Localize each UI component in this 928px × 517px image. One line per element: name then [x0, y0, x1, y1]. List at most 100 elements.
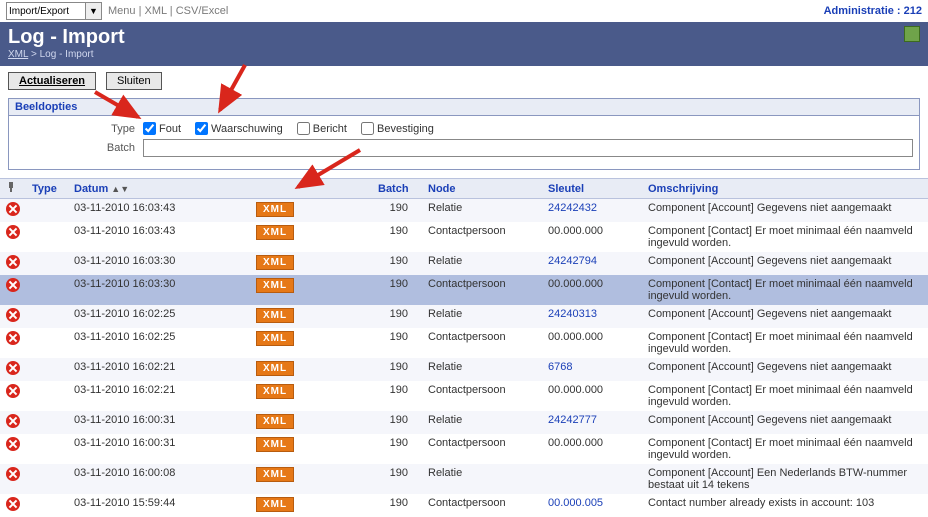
cell-datum: 03-11-2010 16:03:43 [68, 199, 250, 223]
cell-datum: 03-11-2010 16:02:25 [68, 328, 250, 358]
xml-badge[interactable]: XML [256, 361, 294, 376]
cell-batch: 190 [372, 358, 422, 381]
xml-badge[interactable]: XML [256, 278, 294, 293]
csv-link[interactable]: CSV/Excel [176, 5, 229, 17]
cell-datum: 03-11-2010 16:03:30 [68, 275, 250, 305]
table-row[interactable]: 03-11-2010 16:02:21XML190Relatie6768Comp… [0, 358, 928, 381]
cell-batch: 190 [372, 275, 422, 305]
cell-datum: 03-11-2010 16:03:30 [68, 252, 250, 275]
table-row[interactable]: 03-11-2010 16:00:31XML190Contactpersoon0… [0, 434, 928, 464]
xml-badge[interactable]: XML [256, 437, 294, 452]
menu-link[interactable]: Menu [108, 5, 136, 17]
filter-panel: Beeldopties Type Fout Waarschuwing Beric… [8, 98, 920, 170]
table-row[interactable]: 03-11-2010 16:02:25XML190Relatie24240313… [0, 305, 928, 328]
cell-node: Contactpersoon [422, 275, 542, 305]
col-pin[interactable] [0, 179, 26, 199]
xml-badge[interactable]: XML [256, 202, 294, 217]
key-link[interactable]: 24240313 [548, 308, 597, 320]
cell-batch: 190 [372, 328, 422, 358]
checkbox-bericht-input[interactable] [297, 122, 310, 135]
table-row[interactable]: 03-11-2010 16:03:43XML190Relatie24242432… [0, 199, 928, 223]
topbar-links: Menu | XML | CSV/Excel [108, 5, 228, 17]
col-node[interactable]: Node [422, 179, 542, 199]
table-row[interactable]: 03-11-2010 16:00:08XML190RelatieComponen… [0, 464, 928, 494]
checkbox-bevestiging[interactable]: Bevestiging [361, 122, 434, 135]
cell-node: Contactpersoon [422, 222, 542, 252]
administration-label: Administratie : 212 [824, 5, 922, 17]
col-datum[interactable]: Datum ▲▼ [68, 179, 250, 199]
col-sleutel[interactable]: Sleutel [542, 179, 642, 199]
action-bar: Actualiseren Sluiten [0, 66, 928, 96]
key-link[interactable]: 24242432 [548, 202, 597, 214]
xml-badge[interactable]: XML [256, 255, 294, 270]
col-batch[interactable]: Batch [372, 179, 422, 199]
cell-description: Component [Account] Gegevens niet aangem… [642, 305, 928, 328]
cell-node: Relatie [422, 199, 542, 223]
key-link[interactable]: 24242794 [548, 255, 597, 267]
module-select[interactable]: ▼ [6, 2, 102, 20]
batch-label: Batch [13, 142, 143, 154]
cell-datum: 03-11-2010 16:00:31 [68, 411, 250, 434]
table-row[interactable]: 03-11-2010 16:00:31XML190Relatie24242777… [0, 411, 928, 434]
error-icon [6, 278, 20, 292]
key-link[interactable]: 00.000.005 [548, 497, 603, 509]
xml-badge[interactable]: XML [256, 467, 294, 482]
key-text: 00.000.000 [548, 278, 603, 290]
error-icon [6, 255, 20, 269]
table-row[interactable]: 03-11-2010 16:02:25XML190Contactpersoon0… [0, 328, 928, 358]
topbar-left: ▼ Menu | XML | CSV/Excel [6, 2, 228, 20]
module-select-dropdown-icon[interactable]: ▼ [86, 2, 102, 20]
checkbox-bericht[interactable]: Bericht [297, 122, 347, 135]
module-select-input[interactable] [6, 2, 86, 20]
refresh-button[interactable]: Actualiseren [8, 72, 96, 90]
xml-badge[interactable]: XML [256, 414, 294, 429]
checkbox-waarschuwing-input[interactable] [195, 122, 208, 135]
cell-node: Contactpersoon [422, 381, 542, 411]
checkbox-fout[interactable]: Fout [143, 122, 181, 135]
xml-badge[interactable]: XML [256, 225, 294, 240]
cell-key: 6768 [542, 358, 642, 381]
cell-description: Component [Account] Gegevens niet aangem… [642, 199, 928, 223]
xml-badge[interactable]: XML [256, 384, 294, 399]
cell-key: 00.000.005 [542, 494, 642, 517]
close-button[interactable]: Sluiten [106, 72, 162, 90]
key-text: 00.000.000 [548, 384, 603, 396]
cell-datum: 03-11-2010 16:02:21 [68, 358, 250, 381]
filter-body: Type Fout Waarschuwing Bericht Bevestigi… [9, 116, 919, 169]
cell-node: Relatie [422, 464, 542, 494]
col-type[interactable]: Type [26, 179, 68, 199]
error-icon [6, 467, 20, 481]
table-row[interactable]: 03-11-2010 16:03:30XML190Relatie24242794… [0, 252, 928, 275]
checkbox-waarschuwing[interactable]: Waarschuwing [195, 122, 283, 135]
cell-description: Component [Account] Gegevens niet aangem… [642, 252, 928, 275]
cell-key: 00.000.000 [542, 222, 642, 252]
table-head: Type Datum ▲▼ Batch Node Sleutel Omschri… [0, 179, 928, 199]
table-row[interactable]: 03-11-2010 16:03:30 XML 190Contactpersoon 0… [0, 275, 928, 305]
table-row[interactable]: 03-11-2010 16:03:43XML190Contactpersoon0… [0, 222, 928, 252]
error-icon [6, 384, 20, 398]
filter-row-batch: Batch [13, 139, 915, 157]
error-icon [6, 308, 20, 322]
key-link[interactable]: 24242777 [548, 414, 597, 426]
cell-node: Contactpersoon [422, 434, 542, 464]
table-row[interactable]: 03-11-2010 16:02:21XML190Contactpersoon0… [0, 381, 928, 411]
cell-description: Contact number already exists in account… [642, 494, 928, 517]
batch-input[interactable] [143, 139, 913, 157]
xml-badge[interactable]: XML [256, 308, 294, 323]
cell-node: Contactpersoon [422, 494, 542, 517]
cell-key: 00.000.000 [542, 328, 642, 358]
key-link[interactable]: 6768 [548, 361, 572, 373]
cell-batch: 190 [372, 434, 422, 464]
cell-key: 24242432 [542, 199, 642, 223]
xml-link[interactable]: XML [145, 5, 167, 17]
breadcrumb-root[interactable]: XML [8, 49, 28, 60]
export-icon[interactable] [904, 26, 920, 42]
xml-badge[interactable]: XML [256, 497, 294, 512]
xml-badge[interactable]: XML [256, 331, 294, 346]
table-row[interactable]: 03-11-2010 15:59:44XML190Contactpersoon0… [0, 494, 928, 517]
checkbox-fout-input[interactable] [143, 122, 156, 135]
col-omschrijving[interactable]: Omschrijving [642, 179, 928, 199]
checkbox-bevestiging-input[interactable] [361, 122, 374, 135]
cell-key: 00.000.000 [542, 275, 642, 305]
col-xml[interactable] [250, 179, 372, 199]
